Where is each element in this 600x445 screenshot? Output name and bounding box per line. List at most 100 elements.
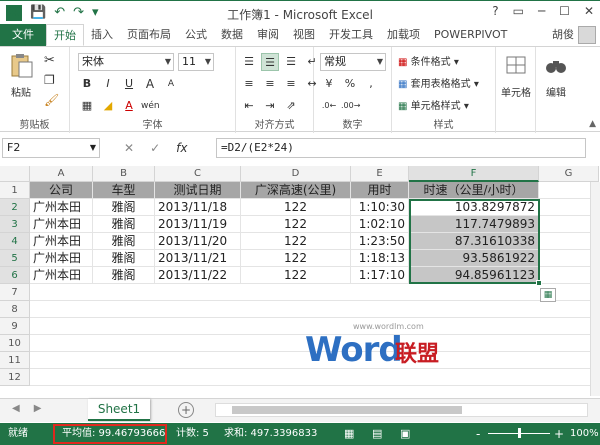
- distance-cell[interactable]: 122: [241, 267, 351, 284]
- help-icon[interactable]: ?: [492, 4, 498, 18]
- model-cell[interactable]: 雅阁: [93, 267, 155, 284]
- column-header-d[interactable]: D: [241, 166, 351, 182]
- decrease-decimal-icon[interactable]: .00→: [341, 97, 360, 115]
- company-cell[interactable]: 广州本田: [30, 267, 93, 284]
- company-cell[interactable]: 广州本田: [30, 233, 93, 250]
- fill-color-icon[interactable]: ◢: [99, 97, 117, 115]
- align-right-icon[interactable]: ≡: [282, 75, 300, 93]
- horizontal-scrollbar[interactable]: [215, 403, 588, 417]
- tab-insert[interactable]: 插入: [84, 24, 120, 46]
- speed-cell[interactable]: 117.7479893: [409, 216, 539, 233]
- close-icon[interactable]: ✕: [584, 4, 594, 18]
- row-header[interactable]: 7: [0, 284, 30, 301]
- row-header[interactable]: 10: [0, 335, 30, 352]
- table-header-cell[interactable]: 车型: [93, 182, 155, 199]
- company-cell[interactable]: 广州本田: [30, 199, 93, 216]
- date-cell[interactable]: 2013/11/20: [155, 233, 241, 250]
- speed-cell[interactable]: 87.31610338: [409, 233, 539, 250]
- tab-review[interactable]: 审阅: [250, 24, 286, 46]
- normal-view-icon[interactable]: ▦: [344, 423, 354, 445]
- bold-button[interactable]: B: [78, 75, 96, 93]
- column-header-g[interactable]: G: [539, 166, 599, 182]
- currency-button[interactable]: ¥: [320, 75, 338, 93]
- conditional-format-button[interactable]: ▦ 条件格式 ▾: [398, 53, 459, 68]
- align-top-icon[interactable]: ☰: [240, 53, 258, 71]
- format-as-table-button[interactable]: ▦ 套用表格格式 ▾: [398, 75, 479, 90]
- row-header[interactable]: 8: [0, 301, 30, 318]
- editing-button[interactable]: 编辑: [538, 53, 574, 99]
- font-size-select[interactable]: 11 ▼: [178, 53, 214, 71]
- empty-row-cells[interactable]: [30, 284, 599, 301]
- tab-file[interactable]: 文件: [0, 24, 46, 46]
- tab-powerpivot[interactable]: POWERPIVOT: [427, 24, 514, 46]
- align-bottom-icon[interactable]: ☰: [282, 53, 300, 71]
- decrease-indent-icon[interactable]: ⇤: [240, 97, 258, 115]
- time-cell[interactable]: 1:23:50: [351, 233, 409, 250]
- cut-icon[interactable]: ✂: [44, 53, 55, 68]
- user-name[interactable]: 胡俊: [552, 24, 574, 46]
- tab-developer[interactable]: 开发工具: [322, 24, 380, 46]
- table-header-cell[interactable]: 时速（公里/小时）: [409, 182, 539, 199]
- sheet-tab-sheet1[interactable]: Sheet1: [88, 399, 150, 421]
- number-format-select[interactable]: 常规 ▼: [320, 53, 386, 71]
- company-cell[interactable]: 广州本田: [30, 250, 93, 267]
- zoom-level[interactable]: 100%: [570, 423, 599, 445]
- avatar[interactable]: [578, 26, 596, 44]
- model-cell[interactable]: 雅阁: [93, 199, 155, 216]
- tab-page-layout[interactable]: 页面布局: [120, 24, 178, 46]
- add-sheet-button[interactable]: +: [178, 402, 194, 418]
- vertical-scrollbar[interactable]: [590, 182, 600, 396]
- maximize-icon[interactable]: ☐: [559, 4, 570, 18]
- date-cell[interactable]: 2013/11/18: [155, 199, 241, 216]
- empty-row-cells[interactable]: [30, 369, 599, 386]
- font-name-select[interactable]: 宋体 ▼: [78, 53, 174, 71]
- column-header-e[interactable]: E: [351, 166, 409, 182]
- column-header-c[interactable]: C: [155, 166, 241, 182]
- time-cell[interactable]: 1:02:10: [351, 216, 409, 233]
- time-cell[interactable]: 1:18:13: [351, 250, 409, 267]
- insert-function-icon[interactable]: fx: [176, 138, 187, 158]
- quick-analysis-icon[interactable]: ▦: [540, 288, 556, 302]
- distance-cell[interactable]: 122: [241, 233, 351, 250]
- ribbon-display-icon[interactable]: ▭: [513, 4, 524, 18]
- collapse-ribbon-icon[interactable]: ▲: [589, 119, 596, 129]
- align-left-icon[interactable]: ≡: [240, 75, 258, 93]
- row-header[interactable]: 2: [0, 199, 30, 216]
- page-break-view-icon[interactable]: ▣: [400, 423, 410, 445]
- empty-row-cells[interactable]: [30, 301, 599, 318]
- name-box[interactable]: F2 ▼: [2, 138, 100, 158]
- speed-cell[interactable]: 93.5861922: [409, 250, 539, 267]
- phonetic-button[interactable]: wén: [141, 97, 160, 115]
- enter-icon[interactable]: ✓: [150, 138, 160, 158]
- distance-cell[interactable]: 122: [241, 216, 351, 233]
- zoom-out-button[interactable]: -: [476, 423, 480, 445]
- row-header[interactable]: 4: [0, 233, 30, 250]
- time-cell[interactable]: 1:10:30: [351, 199, 409, 216]
- comma-button[interactable]: ,: [362, 75, 380, 93]
- grow-font-button[interactable]: A: [141, 75, 159, 93]
- font-color-button[interactable]: A: [120, 97, 138, 115]
- company-cell[interactable]: 广州本田: [30, 216, 93, 233]
- table-header-cell[interactable]: 用时: [351, 182, 409, 199]
- row-header[interactable]: 9: [0, 318, 30, 335]
- model-cell[interactable]: 雅阁: [93, 216, 155, 233]
- row-header[interactable]: 5: [0, 250, 30, 267]
- select-all-corner[interactable]: [0, 166, 30, 182]
- tab-view[interactable]: 视图: [286, 24, 322, 46]
- border-icon[interactable]: ▦: [78, 97, 96, 115]
- format-painter-icon[interactable]: 🖌: [44, 93, 59, 107]
- date-cell[interactable]: 2013/11/19: [155, 216, 241, 233]
- zoom-in-button[interactable]: +: [554, 423, 564, 445]
- column-header-f[interactable]: F: [409, 166, 539, 182]
- next-sheet-icon[interactable]: ▶: [34, 403, 42, 414]
- column-header-b[interactable]: B: [93, 166, 155, 182]
- fill-handle[interactable]: [536, 280, 542, 286]
- column-header-a[interactable]: A: [30, 166, 93, 182]
- formula-input[interactable]: =D2/(E2*24): [216, 138, 586, 158]
- status-count[interactable]: 计数: 5: [176, 423, 209, 445]
- italic-button[interactable]: I: [99, 75, 117, 93]
- minimize-icon[interactable]: ─: [538, 4, 545, 18]
- distance-cell[interactable]: 122: [241, 199, 351, 216]
- tab-addins[interactable]: 加载项: [380, 24, 427, 46]
- date-cell[interactable]: 2013/11/22: [155, 267, 241, 284]
